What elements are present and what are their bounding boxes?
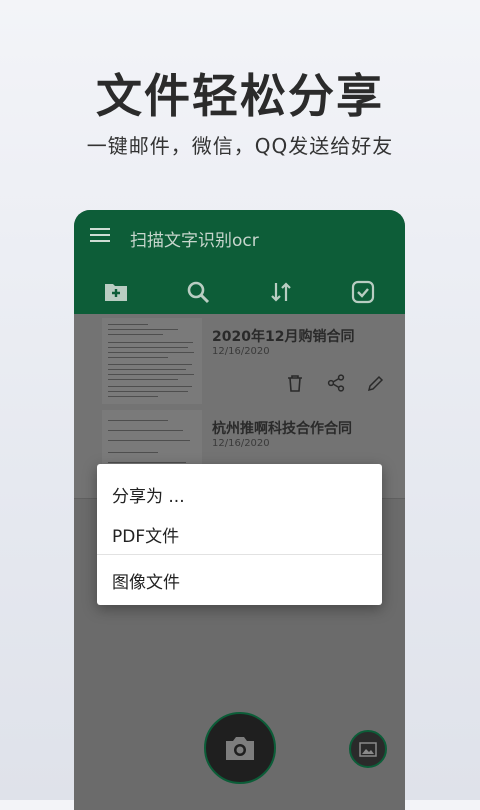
share-icon[interactable]	[325, 372, 347, 394]
select-check-icon[interactable]	[345, 274, 381, 310]
share-dialog-title: 分享为 ...	[112, 487, 185, 507]
app-title: 扫描文字识别ocr	[130, 231, 259, 251]
image-icon	[359, 741, 377, 757]
sort-icon[interactable]	[263, 274, 299, 310]
share-image-option[interactable]: 图像文件	[97, 560, 382, 600]
dialog-divider	[97, 554, 382, 555]
search-icon[interactable]	[180, 274, 216, 310]
menu-icon[interactable]	[90, 228, 110, 244]
promo-headline: 文件轻松分享	[96, 69, 384, 123]
document-title: 杭州推啊科技合作合同	[212, 421, 352, 437]
gallery-button[interactable]	[349, 730, 387, 768]
document-date: 12/16/2020	[212, 346, 270, 357]
add-folder-icon[interactable]	[98, 274, 134, 310]
toolbar	[74, 270, 405, 314]
camera-button[interactable]	[204, 712, 276, 784]
camera-icon	[226, 737, 254, 760]
promo-subline: 一键邮件，微信，QQ发送给好友	[86, 134, 394, 158]
edit-icon[interactable]	[365, 372, 387, 394]
document-date: 12/16/2020	[212, 438, 270, 449]
share-image-label: 图像文件	[112, 573, 180, 593]
share-pdf-option[interactable]: PDF文件	[97, 514, 382, 554]
document-thumbnail	[102, 318, 202, 404]
document-title: 2020年12月购销合同	[212, 329, 355, 345]
list-item[interactable]: 2020年12月购销合同 12/16/2020	[74, 314, 405, 407]
share-dialog: 分享为 ... PDF文件 图像文件	[97, 464, 382, 605]
delete-icon[interactable]	[284, 372, 306, 394]
share-pdf-label: PDF文件	[112, 527, 180, 547]
app-bar: 扫描文字识别ocr	[74, 210, 405, 314]
